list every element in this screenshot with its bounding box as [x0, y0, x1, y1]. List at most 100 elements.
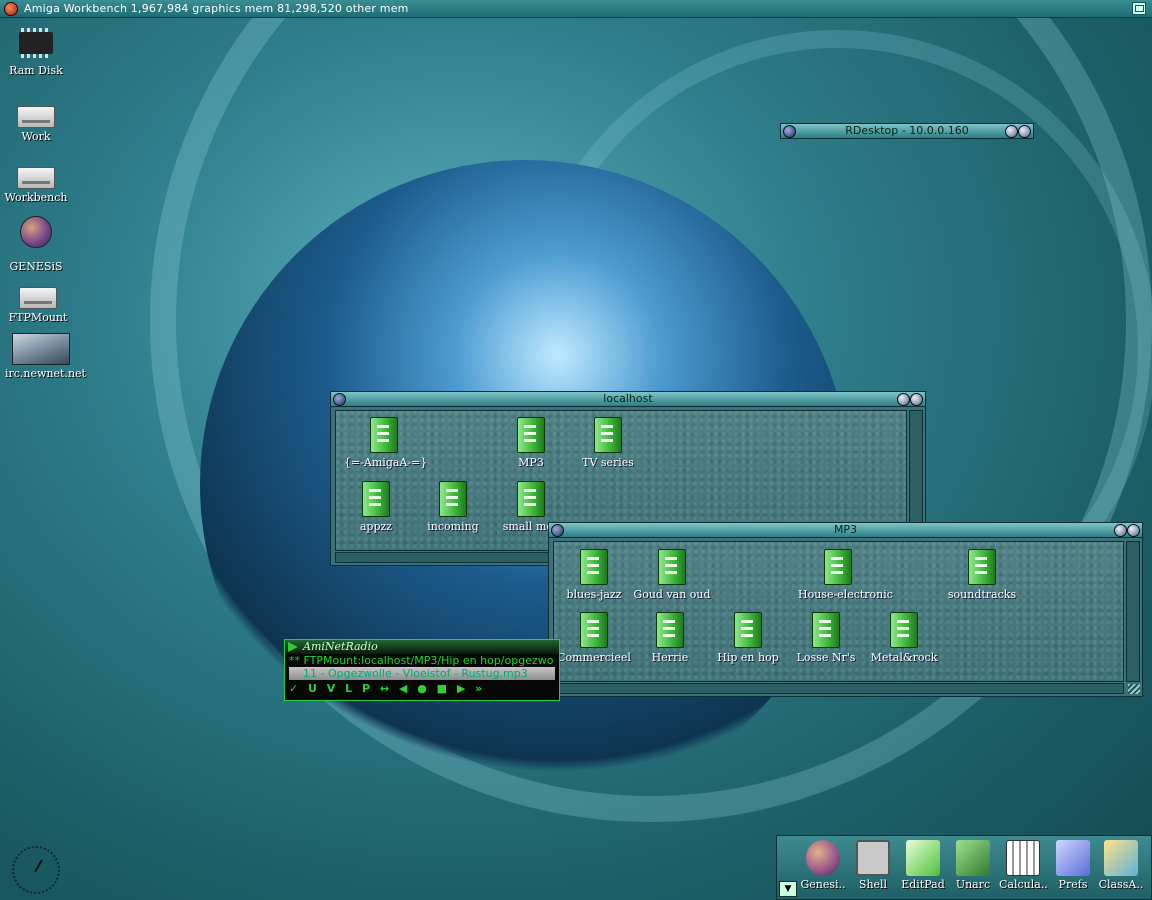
- terminal-icon: [856, 840, 890, 876]
- vertical-scrollbar[interactable]: [1126, 541, 1140, 682]
- resize-gadget-icon[interactable]: [1128, 684, 1140, 694]
- dock-item-calculator[interactable]: Calcula..: [999, 840, 1048, 891]
- drawer-label: House-electronic: [798, 588, 893, 601]
- desktop-icon-label: Workbench: [4, 191, 68, 204]
- desktop-icon-ram-disk[interactable]: Ram Disk: [0, 28, 72, 77]
- app-dock[interactable]: ▼ Genesi.. Shell EditPad Unarc Calcula..…: [776, 835, 1152, 900]
- dock-item-label: Calcula..: [999, 878, 1048, 891]
- player-controls[interactable]: ✓ U V L P ↔ ◀ ● ■ ▶ »: [285, 680, 559, 698]
- menubar-title: Amiga Workbench 1,967,984 graphics mem 8…: [24, 2, 409, 15]
- window-titlebar[interactable]: localhost: [331, 392, 925, 407]
- globe-icon: [20, 216, 52, 248]
- photo-icon: [12, 333, 70, 365]
- drawer-icon: [370, 417, 398, 453]
- dock-item-label: ClassA..: [1098, 878, 1144, 891]
- stream-path: ** FTPMount:localhost/MP3/Hip en hop/opg…: [289, 654, 554, 667]
- player-title: AmiNetRadio: [303, 640, 378, 653]
- drawer-icon: [594, 417, 622, 453]
- dock-item-classaction[interactable]: ClassA..: [1097, 840, 1145, 891]
- drawer-icon: [968, 549, 996, 585]
- drawer-icon-mp3[interactable]: MP3: [491, 417, 571, 469]
- drawer-label: Commercieel: [557, 651, 631, 664]
- drive-icon: [17, 167, 55, 189]
- drawer-icon: [517, 417, 545, 453]
- desktop-icon-label: FTPMount: [8, 311, 68, 324]
- close-icon[interactable]: [783, 125, 796, 138]
- dock-item-label: EditPad: [901, 878, 945, 891]
- drawer-icon-soundtracks[interactable]: soundtracks: [942, 549, 1022, 601]
- clock-icon: [12, 846, 60, 894]
- desktop-icon-label: GENESiS: [9, 260, 63, 273]
- globe-icon: [806, 840, 840, 876]
- dock-item-label: Unarc: [955, 878, 991, 891]
- calculator-icon: [1006, 840, 1040, 876]
- window-contents[interactable]: blues-jazz Goud van oud House-electronic…: [553, 541, 1124, 682]
- drawer-label: Herrie: [651, 651, 689, 664]
- drawer-icon-amiga[interactable]: {=-AmigaA-=}: [344, 417, 428, 469]
- drawer-label: incoming: [427, 520, 479, 533]
- drawer-icon-blues-jazz[interactable]: blues-jazz: [554, 549, 634, 601]
- desktop-icon-label: irc.newnet.net: [5, 367, 86, 380]
- drawer-icon: [517, 481, 545, 517]
- help-prefs-icon: [1056, 840, 1090, 876]
- desktop-icon-ftpmount[interactable]: FTPMount: [2, 287, 74, 324]
- drawer-icon: [658, 549, 686, 585]
- drawer-label: blues-jazz: [566, 588, 622, 601]
- desktop-icon-workbench[interactable]: Workbench: [0, 167, 72, 204]
- dock-item-label: Prefs: [1058, 878, 1088, 891]
- horizontal-scrollbar[interactable]: [553, 683, 1124, 694]
- amiga-logo-icon: [4, 1, 18, 16]
- drawer-icon: [656, 612, 684, 648]
- drawer-icon-house-electronic[interactable]: House-electronic: [798, 549, 893, 601]
- dock-item-shell[interactable]: Shell: [849, 840, 897, 891]
- dock-menu-icon[interactable]: ▼: [779, 881, 797, 897]
- window-title: MP3: [833, 523, 858, 536]
- drawer-icon-hip-en-hop[interactable]: Hip en hop: [708, 612, 788, 664]
- drawer-label: soundtracks: [947, 588, 1017, 601]
- player-titlebar[interactable]: AmiNetRadio: [285, 640, 559, 654]
- drawer-icon-tv-series[interactable]: TV series: [568, 417, 648, 469]
- desktop-icon-work[interactable]: Work: [0, 106, 72, 143]
- dock-item-prefs[interactable]: Prefs: [1049, 840, 1097, 891]
- dock-item-unarc[interactable]: Unarc: [949, 840, 997, 891]
- screen-depth-gadget-icon[interactable]: [1132, 2, 1146, 15]
- rdesktop-window[interactable]: RDesktop - 10.0.0.160: [780, 123, 1034, 139]
- zoom-icon[interactable]: [897, 393, 910, 406]
- depth-icon[interactable]: [1018, 125, 1031, 138]
- drive-icon: [17, 106, 55, 128]
- drawer-icon-commercieel[interactable]: Commercieel: [554, 612, 634, 664]
- drawer-icon-losse-nrs[interactable]: Losse Nr's: [786, 612, 866, 664]
- window-title: localhost: [603, 392, 653, 405]
- notepad-icon: [906, 840, 940, 876]
- drawer-label: Goud van oud: [633, 588, 711, 601]
- depth-icon[interactable]: [910, 393, 923, 406]
- window-titlebar[interactable]: MP3: [549, 523, 1142, 538]
- drawer-icon: [580, 549, 608, 585]
- depth-icon[interactable]: [1127, 524, 1140, 537]
- aminetradio-player[interactable]: AmiNetRadio ** FTPMount:localhost/MP3/Hi…: [284, 639, 560, 701]
- drawer-label: MP3: [518, 456, 544, 469]
- drawer-icon-goud-van-oud[interactable]: Goud van oud: [632, 549, 712, 601]
- drawer-icon-herrie[interactable]: Herrie: [630, 612, 710, 664]
- drawer-label: {=-AmigaA-=}: [344, 456, 428, 469]
- drawer-icon: [824, 549, 852, 585]
- mp3-window[interactable]: MP3 blues-jazz Goud van oud House-electr…: [548, 522, 1143, 697]
- drawer-icon: [812, 612, 840, 648]
- dock-item-genesis[interactable]: Genesi..: [799, 840, 847, 891]
- desktop-icon-genesis[interactable]: GENESiS: [0, 216, 72, 273]
- desktop-icon-irc[interactable]: irc.newnet.net: [5, 333, 86, 380]
- drive-icon: [19, 287, 57, 309]
- window-titlebar[interactable]: RDesktop - 10.0.0.160: [781, 124, 1033, 139]
- dock-item-editpad[interactable]: EditPad: [899, 840, 947, 891]
- drawer-icon-incoming[interactable]: incoming: [413, 481, 493, 533]
- drawer-label: TV series: [582, 456, 634, 469]
- drawer-icon-metal-rock[interactable]: Metal&rock: [864, 612, 944, 664]
- drawer-icon-appzz[interactable]: appzz: [336, 481, 416, 533]
- workbench-menubar[interactable]: Amiga Workbench 1,967,984 graphics mem 8…: [0, 0, 1152, 18]
- archive-box-icon: [956, 840, 990, 876]
- desktop-icon-label: Ram Disk: [9, 64, 63, 77]
- close-icon[interactable]: [551, 524, 564, 537]
- zoom-icon[interactable]: [1114, 524, 1127, 537]
- close-icon[interactable]: [333, 393, 346, 406]
- zoom-icon[interactable]: [1005, 125, 1018, 138]
